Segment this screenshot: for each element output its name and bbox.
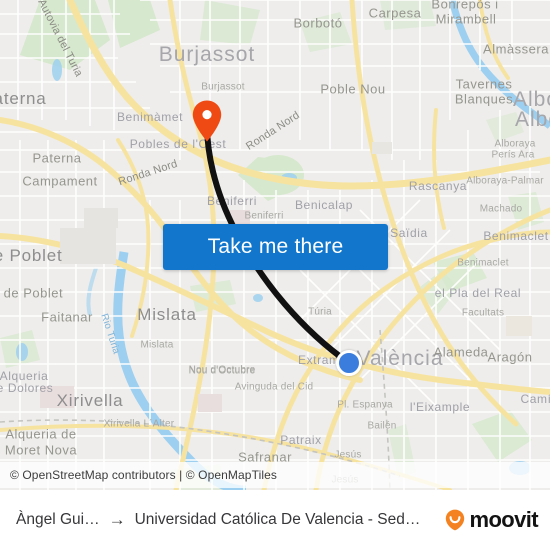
map-pin-icon xyxy=(192,100,222,142)
origin-dot[interactable] xyxy=(336,350,362,376)
moovit-logo[interactable]: moovit xyxy=(443,507,539,533)
trip-origin-label: Àngel Gui… xyxy=(16,511,100,528)
moovit-map-screen: Autovia del Turia Burjassot Burjassot Borbo… xyxy=(0,0,550,550)
map-attribution: © OpenStreetMap contributors | © OpenMap… xyxy=(0,462,550,488)
trip-footer: Àngel Gui… → Universidad Católica De Val… xyxy=(0,490,550,550)
destination-pin[interactable] xyxy=(192,100,222,142)
trip-summary: Àngel Gui… → Universidad Católica De Val… xyxy=(16,510,420,530)
arrow-right-icon: → xyxy=(108,510,126,529)
moovit-wordmark: moovit xyxy=(469,507,538,532)
take-me-there-button[interactable]: Take me there xyxy=(163,224,388,270)
moovit-pin-icon xyxy=(446,509,465,531)
attribution-text[interactable]: © OpenStreetMap contributors | © OpenMap… xyxy=(10,468,277,482)
trip-destination-label: Universidad Católica De Valencia - Sed… xyxy=(134,511,421,528)
map-canvas[interactable]: Autovia del Turia Burjassot Burjassot Borbo… xyxy=(0,0,550,490)
